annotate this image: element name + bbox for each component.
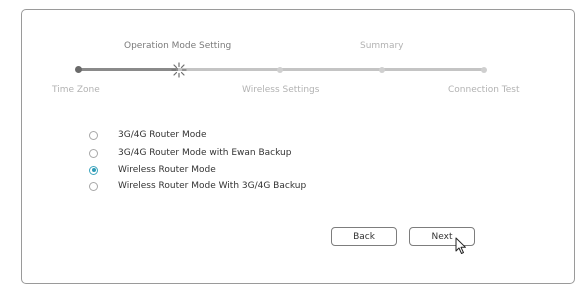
step-dot-summary <box>379 66 385 73</box>
mouse-pointer-icon <box>455 237 466 254</box>
progress-track-complete <box>78 68 178 71</box>
step-label-operation-mode: Operation Mode Setting <box>124 41 232 51</box>
option-label: 3G/4G Router Mode with Ewan Backup <box>118 148 292 158</box>
option-3g4g-router-mode[interactable]: 3G/4G Router Mode <box>89 128 207 142</box>
radio-button[interactable] <box>89 130 98 140</box>
step-dot-time-zone <box>74 66 82 73</box>
option-label: 3G/4G Router Mode <box>118 130 207 140</box>
radio-button-selected[interactable] <box>89 165 98 175</box>
step-label-connection-test: Connection Test <box>448 85 520 95</box>
back-button[interactable]: Back <box>331 227 397 246</box>
loading-spinner-icon <box>171 62 187 78</box>
option-label: Wireless Router Mode With 3G/4G Backup <box>118 181 307 191</box>
step-dot-wireless-settings <box>277 66 283 73</box>
radio-button[interactable] <box>89 181 98 191</box>
progress-track-remaining <box>178 68 485 71</box>
option-3g4g-router-ewan-backup[interactable]: 3G/4G Router Mode with Ewan Backup <box>89 146 291 160</box>
step-label-wireless-settings: Wireless Settings <box>242 85 320 95</box>
radio-button[interactable] <box>89 148 98 158</box>
step-label-time-zone: Time Zone <box>52 85 100 95</box>
option-wireless-router-3g4g-backup[interactable]: Wireless Router Mode With 3G/4G Backup <box>89 179 306 193</box>
option-wireless-router-mode[interactable]: Wireless Router Mode <box>89 163 216 177</box>
step-label-summary: Summary <box>360 41 404 51</box>
step-dot-connection-test <box>481 66 487 73</box>
option-label: Wireless Router Mode <box>118 165 216 175</box>
